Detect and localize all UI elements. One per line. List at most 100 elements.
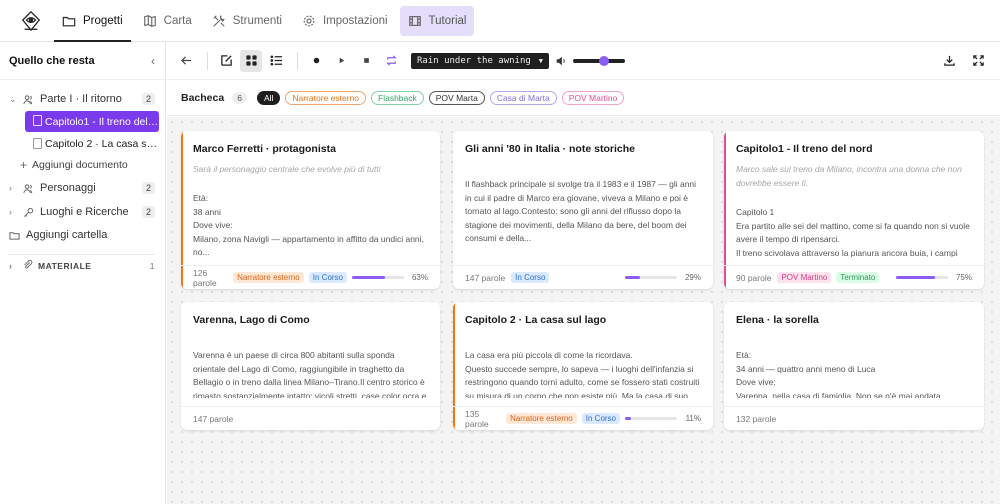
word-count: 135 parole — [465, 408, 489, 429]
nav-tutorial[interactable]: Tutorial — [399, 5, 475, 36]
progress-bar — [352, 276, 404, 279]
progress-bar — [896, 276, 948, 279]
track-select[interactable]: Rain under the awning ▼ — [411, 52, 550, 69]
tree-part[interactable]: ⌄ Parte I · Il ritorno 2 — [0, 88, 165, 110]
nav-strumenti[interactable]: Strumenti — [204, 6, 290, 36]
sidebar-chapter-2[interactable]: Capitolo 2 · La casa sul lago — [25, 133, 159, 154]
edit-button[interactable] — [215, 50, 237, 72]
card-title: Capitolo1 - Il treno del nord — [736, 143, 873, 155]
sidebar: Quello che resta ‹ ⌄ Parte I · Il ritorn… — [0, 42, 166, 504]
word-count: 147 parole — [193, 413, 234, 424]
expand-icon — [972, 55, 984, 66]
card-footer: 135 parole Narratore esterno In Corso 11% — [453, 406, 713, 430]
collapse-sidebar-icon[interactable]: ‹ — [151, 54, 155, 68]
board-card[interactable]: Capitolo 2 · La casa sul lago La casa era… — [453, 302, 713, 430]
progress: 63% — [352, 273, 428, 282]
play-icon — [339, 57, 344, 64]
nav-carta[interactable]: Carta — [135, 6, 200, 36]
grid-view-button[interactable] — [240, 49, 262, 72]
fullscreen-button[interactable] — [967, 50, 989, 72]
word-count: 90 parole — [736, 272, 772, 283]
download-icon — [943, 55, 955, 66]
progress-fill — [625, 276, 641, 279]
card-footer: 90 parole POV Martino Terminato 75% — [724, 265, 984, 289]
stop-button[interactable] — [355, 50, 377, 72]
add-document-button[interactable]: + Aggiungi documento — [0, 155, 165, 175]
chapter-label: Capitolo 2 · La casa sul lago — [45, 137, 159, 150]
status-badge: POV Martino — [777, 272, 832, 283]
progress-bar — [625, 276, 677, 279]
chevron-right-icon[interactable]: › — [9, 261, 19, 271]
filter-chip[interactable]: POV Martino — [561, 90, 625, 105]
board-title: Bacheca — [181, 91, 225, 104]
back-button[interactable] — [175, 50, 197, 72]
nav-progetti[interactable]: Progetti — [54, 6, 131, 42]
grid-icon — [245, 55, 257, 66]
filter-chip[interactable]: All — [256, 90, 281, 105]
play-button[interactable] — [330, 50, 352, 72]
filter-chip[interactable]: POV Marta — [428, 90, 485, 105]
progress-fill — [352, 276, 385, 279]
top-nav: Progetti Carta Strumenti Impostazioni Tu… — [0, 0, 1000, 42]
chapter-label: Capitolo1 - Il treno del nord — [45, 115, 159, 128]
chevron-right-icon[interactable]: › — [9, 183, 19, 193]
card-title: Marco Ferretti · protagonista — [193, 143, 336, 155]
nav-impostazioni[interactable]: Impostazioni — [294, 6, 396, 36]
board-count: 6 — [232, 91, 247, 104]
board-card[interactable]: Gli anni '80 in Italia · note storiche Il… — [453, 131, 713, 289]
status-badge: In Corso — [581, 413, 620, 424]
volume-knob[interactable] — [599, 55, 610, 66]
tree-luoghi[interactable]: › Luoghi e Ricerche 2 — [0, 201, 165, 223]
sidebar-chapter-1[interactable]: Capitolo1 - Il treno del nord — [25, 111, 159, 132]
volume-icon[interactable] — [555, 55, 567, 67]
map-icon — [143, 14, 156, 27]
tree-personaggi[interactable]: › Personaggi 2 — [0, 177, 165, 199]
list-icon — [270, 55, 282, 66]
stop-icon — [363, 58, 369, 63]
progress-bar — [625, 417, 677, 420]
filter-chip[interactable]: Flashback — [371, 90, 424, 105]
list-view-button[interactable] — [265, 50, 287, 72]
filter-chip[interactable]: Casa di Marta — [489, 90, 557, 105]
track-name: Rain under the awning — [417, 55, 531, 66]
materials-label: MATERIALE — [38, 261, 92, 271]
board-card[interactable]: Elena · la sorella Età: 34 anni — quattro… — [724, 302, 984, 430]
card-synopsis: Sarà il personaggio centrale che evolve … — [193, 164, 381, 174]
count-badge: 2 — [141, 182, 155, 194]
board-card[interactable]: Capitolo1 - Il treno del nord Marco sale … — [724, 131, 984, 289]
user-group-icon — [23, 93, 35, 105]
app-logo[interactable] — [20, 10, 42, 32]
progress-percent: 29% — [684, 273, 701, 282]
status-badge: In Corso — [511, 272, 550, 283]
tree-part-label: Parte I · Il ritorno — [40, 93, 122, 105]
download-button[interactable] — [938, 50, 960, 72]
loop-button[interactable] — [380, 50, 402, 72]
progress-percent: 75% — [955, 273, 972, 282]
record-button[interactable] — [305, 50, 327, 72]
divider — [297, 51, 298, 70]
filter-chip[interactable]: Narratore esterno — [285, 90, 367, 105]
folder-icon — [62, 16, 76, 26]
card-title: Gli anni '80 in Italia · note storiche — [465, 143, 635, 155]
card-synopsis: Marco sale sul treno da Milano, incontra… — [736, 164, 962, 188]
chevron-right-icon[interactable]: › — [9, 207, 19, 217]
materials-section[interactable]: › MATERIALE 1 — [0, 255, 165, 277]
status-badge: Terminato — [836, 272, 880, 283]
add-folder-button[interactable]: Aggiungi cartella — [0, 224, 165, 246]
nav-label: Carta — [163, 14, 192, 27]
chevron-down-icon: ▼ — [538, 56, 544, 65]
card-footer: 147 parole In Corso 29% — [453, 265, 713, 289]
card-excerpt: Età: 38 anni Dove vive: Milano, zona Nav… — [193, 193, 424, 257]
board-card[interactable]: Varenna, Lago di Como Varenna è un paese … — [181, 302, 440, 430]
progress-fill — [625, 417, 631, 420]
chevron-down-icon[interactable]: ⌄ — [9, 94, 19, 105]
progress-fill — [896, 276, 935, 279]
gear-icon — [303, 15, 315, 26]
nav-label: Strumenti — [232, 14, 282, 27]
card-excerpt: Varenna è un paese di circa 800 abitanti… — [193, 350, 427, 398]
edit-icon — [220, 55, 232, 66]
status-badge: Narratore esterno — [233, 272, 304, 283]
volume-slider[interactable] — [573, 55, 626, 66]
board-card[interactable]: Marco Ferretti · protagonista Sarà il per… — [181, 131, 440, 289]
record-icon — [313, 57, 319, 64]
